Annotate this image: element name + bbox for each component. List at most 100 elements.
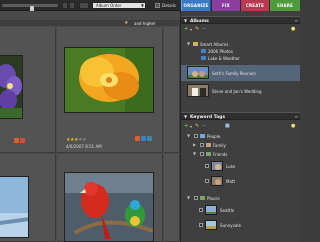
photo-cell[interactable]	[164, 154, 180, 242]
smart-album-icon	[201, 56, 206, 60]
lightbulb-icon[interactable]: ●	[291, 123, 295, 129]
photo-cell[interactable]	[57, 154, 163, 242]
keyword-tags-header[interactable]: ▼ Keyword Tags ≡	[181, 112, 300, 120]
tag-item[interactable]: Seattle	[181, 204, 300, 217]
album-label: Seth's Family Reunion	[212, 71, 256, 76]
organize-panel: ▼ Albums ≡ + ▾ ✎ − ● ▼ Smart Albums 2006…	[180, 11, 300, 242]
smart-albums-label: Smart Albums	[200, 42, 229, 47]
photo-badges	[14, 138, 25, 143]
tag-checkbox[interactable]	[200, 143, 204, 147]
tag-label: Places	[207, 196, 220, 201]
tag-label: Seattle	[220, 208, 235, 213]
tag-checkbox[interactable]	[194, 134, 198, 138]
tag-item[interactable]: Luke	[181, 160, 300, 173]
expand-triangle-icon[interactable]: ▼	[193, 151, 196, 156]
view-single-button[interactable]	[69, 2, 75, 9]
edit-pencil-icon[interactable]: ✎	[195, 26, 199, 32]
sort-dropdown[interactable]: Album Order ▼	[92, 2, 146, 9]
tag-label: Luke	[226, 164, 236, 169]
photo-cell[interactable]	[164, 27, 180, 153]
tag-category-places[interactable]: ▼ Places	[181, 195, 300, 201]
folder-icon	[193, 42, 198, 46]
new-tag-plus-icon[interactable]: +	[184, 123, 188, 129]
panel-menu-icon[interactable]: ≡	[295, 114, 298, 119]
tag-category-people[interactable]: ▼ People	[181, 133, 300, 139]
albums-title: Albums	[190, 18, 209, 24]
tag-category-friends[interactable]: ▼ Friends	[181, 151, 300, 157]
tag-checkbox[interactable]	[199, 223, 203, 227]
thumbnail-size-slider[interactable]	[2, 4, 58, 13]
details-label: Details	[162, 3, 176, 8]
expand-triangle-icon[interactable]: ▼	[187, 133, 190, 138]
delete-minus-icon[interactable]: −	[202, 123, 206, 129]
tag-checkbox[interactable]	[199, 208, 203, 212]
chevron-down-icon: ▼	[140, 3, 144, 8]
album-item-selected[interactable]: Seth's Family Reunion	[181, 65, 300, 81]
photo-thumbnail[interactable]	[0, 55, 23, 119]
rating-filter-label: and higher	[134, 21, 156, 26]
tag-checkbox[interactable]	[205, 179, 209, 183]
people-tag-icon	[200, 134, 205, 138]
tag-item[interactable]: Sunnyvale	[181, 219, 300, 232]
tab-create[interactable]: CREATE	[241, 0, 269, 11]
tag-badge-icon	[20, 138, 25, 143]
delete-minus-icon[interactable]: −	[202, 26, 206, 32]
album-item[interactable]: Steve and Jan's Wedding	[181, 83, 300, 99]
tag-checkbox[interactable]	[194, 196, 198, 200]
expand-triangle-icon[interactable]: ▼	[187, 41, 190, 46]
view-menu-button[interactable]	[79, 2, 89, 9]
collapse-triangle-icon[interactable]: ▼	[184, 114, 187, 119]
dropdown-arrow-icon[interactable]: ▾	[190, 27, 192, 33]
photo-star-rating[interactable]: ★★★★★	[66, 137, 86, 143]
expand-triangle-icon[interactable]: ▶	[193, 142, 196, 147]
rating-star-icon[interactable]: ★	[124, 20, 128, 26]
panel-menu-icon[interactable]: ≡	[295, 18, 298, 23]
dropdown-arrow-icon[interactable]: ▾	[190, 124, 192, 130]
tag-thumbnail	[205, 220, 217, 230]
album-thumbnail	[187, 66, 209, 79]
album-item[interactable]: 2006 Photos	[181, 48, 300, 54]
tag-checkbox[interactable]	[205, 164, 209, 168]
photo-cell[interactable]	[0, 27, 56, 153]
tag-label: Friends	[213, 152, 228, 157]
tag-thumbnail	[211, 176, 223, 186]
edit-pencil-icon[interactable]: ✎	[195, 123, 199, 129]
photo-date: 4/6/2007 8:51 AM	[66, 144, 102, 149]
places-tag-icon	[200, 196, 205, 200]
tab-share[interactable]: SHARE	[270, 0, 300, 11]
tag-thumbnail	[205, 205, 217, 215]
smart-albums-row[interactable]: ▼ Smart Albums	[181, 41, 300, 47]
tag-badge-icon	[14, 138, 19, 143]
family-tag-icon	[206, 143, 211, 147]
lightbulb-icon[interactable]: ●	[291, 26, 295, 32]
photo-thumbnail[interactable]	[64, 172, 154, 242]
tag-category-family[interactable]: ▶ Family	[181, 142, 300, 148]
photo-thumbnail[interactable]	[64, 47, 154, 113]
album-badge-icon	[147, 136, 152, 141]
album-item[interactable]: Lake & Weather	[181, 55, 300, 61]
collapse-triangle-icon[interactable]: ▼	[184, 18, 187, 23]
photo-thumbnail[interactable]	[0, 176, 29, 238]
tab-organize[interactable]: ORGANIZE	[181, 0, 211, 11]
tags-toolbar: + ▾ ✎ − ■ ●	[181, 122, 300, 130]
photo-cell[interactable]	[0, 154, 56, 242]
tag-checkbox[interactable]	[200, 152, 204, 156]
details-checkbox[interactable]: ✓	[155, 3, 160, 8]
tag-cloud-icon[interactable]: ■	[225, 123, 230, 129]
new-album-plus-icon[interactable]: +	[184, 26, 188, 32]
sort-value: Album Order	[96, 3, 122, 8]
view-grid-button[interactable]	[62, 2, 68, 9]
albums-toolbar: + ▾ ✎ − ●	[181, 25, 300, 33]
album-label: 2006 Photos	[208, 49, 233, 54]
tag-label: Matt	[226, 179, 236, 184]
star-icon[interactable]: ★	[82, 137, 86, 143]
album-badge-icon	[141, 136, 146, 141]
tag-thumbnail	[211, 161, 223, 171]
tag-item[interactable]: Matt	[181, 175, 300, 188]
tab-fix[interactable]: FIX	[212, 0, 240, 11]
photo-cell[interactable]: ★★★★★ 4/6/2007 8:51 AM	[57, 27, 163, 153]
expand-triangle-icon[interactable]: ▼	[187, 195, 190, 200]
photo-badges	[135, 136, 152, 141]
albums-header[interactable]: ▼ Albums ≡	[181, 16, 300, 24]
top-toolbar: Album Order ▼ ✓ Details ORGANIZE FIX CRE…	[0, 0, 300, 13]
